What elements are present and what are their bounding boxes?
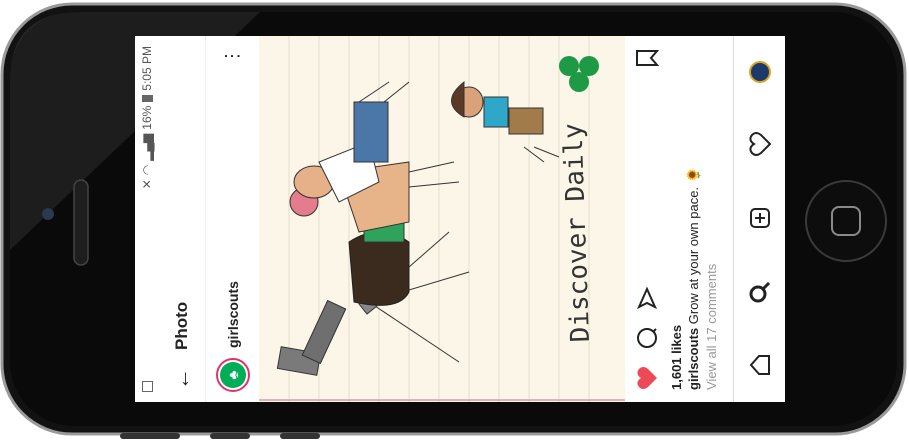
status-left — [141, 381, 153, 392]
caption-text: Grow at your own pace. 🌻 — [686, 167, 701, 325]
app-bar: ← Photo — [159, 36, 205, 402]
bookmark-icon[interactable] — [635, 48, 659, 68]
back-arrow-icon[interactable]: ← — [169, 360, 195, 390]
phone-screen: ✕ ◠ ▂▄▆ 16% 5:05 PM ← Photo ♣ girlscouts… — [135, 36, 785, 402]
avatar[interactable]: ♣ — [215, 358, 250, 392]
clock: 5:05 PM — [140, 46, 154, 91]
photo-handwriting: Discover Daily — [558, 123, 596, 343]
image-notification-icon — [141, 381, 153, 392]
boy-drawing — [451, 80, 560, 163]
trefoil-badge — [559, 56, 599, 92]
view-comments-link[interactable]: View all 17 comments — [704, 264, 719, 390]
profile-icon[interactable] — [749, 60, 771, 83]
illustration: Discover Daily — [259, 36, 625, 402]
post-photo[interactable]: Discover Daily — [259, 36, 625, 402]
caption: girlscouts Grow at your own pace. 🌻 — [686, 45, 702, 390]
battery-level: 16% — [140, 105, 154, 130]
comment-icon[interactable] — [635, 326, 659, 350]
page-title: Photo — [172, 301, 191, 350]
trefoil-logo-icon: ♣ — [219, 362, 246, 388]
like-count[interactable]: 1,601 likes — [669, 325, 684, 390]
add-icon[interactable] — [748, 206, 772, 230]
caption-username[interactable]: girlscouts — [686, 328, 701, 390]
more-icon[interactable]: ⋮ — [222, 46, 243, 65]
status-bar: ✕ ◠ ▂▄▆ 16% 5:05 PM — [135, 36, 159, 402]
post-header: ♣ girlscouts ⋮ — [205, 36, 259, 402]
share-icon[interactable] — [635, 286, 659, 310]
activity-icon[interactable] — [749, 132, 771, 157]
heart-icon[interactable] — [636, 366, 658, 390]
post-actions — [625, 36, 669, 402]
battery-icon — [141, 94, 153, 102]
signal-icon: ▂▄▆ — [140, 133, 154, 161]
home-icon[interactable] — [748, 353, 772, 377]
status-right: ✕ ◠ ▂▄▆ 16% 5:05 PM — [140, 46, 154, 189]
wifi-icon: ◠ — [140, 164, 154, 176]
post-username[interactable]: girlscouts — [225, 65, 241, 348]
mute-icon: ✕ — [140, 179, 154, 190]
instagram-app: ✕ ◠ ▂▄▆ 16% 5:05 PM ← Photo ♣ girlscouts… — [135, 36, 785, 402]
search-icon[interactable] — [748, 280, 772, 304]
bottom-nav — [733, 36, 785, 402]
